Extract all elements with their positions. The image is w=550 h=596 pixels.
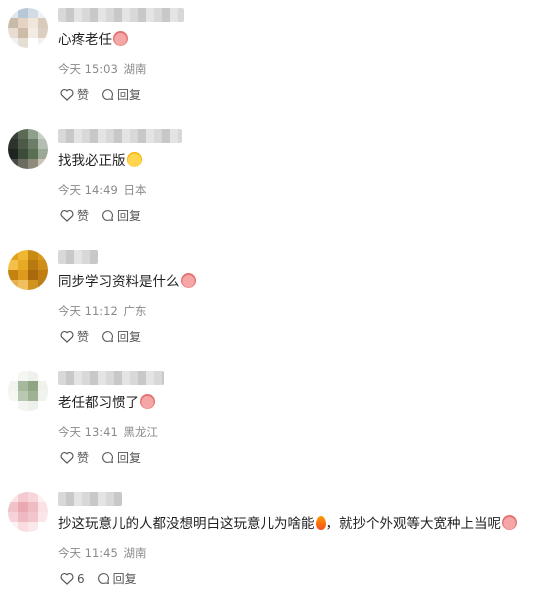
speech-bubble-icon <box>102 89 114 101</box>
comment-text-content: 老任都习惯了 <box>58 395 139 411</box>
like-label: 赞 <box>77 330 90 344</box>
like-button[interactable]: 赞 <box>60 207 89 224</box>
comment-location: 黑龙江 <box>123 425 158 439</box>
avatar[interactable] <box>8 250 48 290</box>
sad-face-emoji-icon <box>502 515 517 530</box>
username-blurred[interactable] <box>58 8 184 22</box>
comment-item: 找我必正版 今天 14:49 日本 赞 回复 <box>0 121 550 233</box>
comment-actions: 赞 回复 <box>60 328 141 345</box>
comment-text-content: 心疼老任 <box>58 32 112 48</box>
username-blurred[interactable] <box>58 492 122 506</box>
reply-button[interactable]: 回复 <box>101 207 141 224</box>
username-blurred[interactable] <box>58 371 164 385</box>
like-count: 6 <box>77 571 85 586</box>
comment-time: 今天 13:41 <box>58 425 118 439</box>
comment-item: 抄这玩意儿的人都没想明白这玩意儿为啥能 ，就抄个外观等大宽种上当呢 今天 11:4… <box>0 484 550 596</box>
speech-bubble-icon <box>102 452 114 464</box>
avatar[interactable] <box>8 8 48 48</box>
comment-item: 同步学习资料是什么 今天 11:12 广东 赞 回复 <box>0 242 550 354</box>
comment-location: 广东 <box>123 304 147 318</box>
comment-item: 老任都习惯了 今天 13:41 黑龙江 赞 回复 <box>0 363 550 475</box>
reply-label: 回复 <box>117 330 142 344</box>
comment-actions: 6 回复 <box>60 570 137 587</box>
comment-time: 今天 14:49 <box>58 183 118 197</box>
like-button[interactable]: 6 <box>60 572 85 586</box>
heart-icon <box>60 89 74 101</box>
reply-label: 回复 <box>112 572 137 586</box>
comment-item: 心疼老任 今天 15:03 湖南 赞 回复 <box>0 0 550 112</box>
comment-actions: 赞 回复 <box>60 449 141 466</box>
heart-icon <box>60 452 74 464</box>
comment-text: 老任都习惯了 <box>58 394 155 412</box>
comment-actions: 赞 回复 <box>60 86 141 103</box>
username-blurred[interactable] <box>58 129 182 143</box>
comment-meta: 今天 11:12 广东 <box>58 303 146 319</box>
comment-meta: 今天 15:03 湖南 <box>58 61 146 77</box>
speech-bubble-icon <box>97 573 109 585</box>
fire-emoji-icon <box>315 516 326 530</box>
comment-text: 找我必正版 <box>58 152 142 170</box>
comment-text-content: 抄这玩意儿的人都没想明白这玩意儿为啥能 <box>58 516 315 532</box>
avatar[interactable] <box>8 492 48 532</box>
comment-time: 今天 11:45 <box>58 546 118 560</box>
avatar[interactable] <box>8 371 48 411</box>
comment-location: 日本 <box>123 183 147 197</box>
heart-icon <box>60 573 74 585</box>
comment-text-content: 同步学习资料是什么 <box>58 274 180 290</box>
heart-icon <box>60 331 74 343</box>
sad-face-emoji-icon <box>180 273 196 288</box>
comment-meta: 今天 14:49 日本 <box>58 182 146 198</box>
comment-time: 今天 15:03 <box>58 62 118 76</box>
speech-bubble-icon <box>102 331 114 343</box>
username-blurred[interactable] <box>58 250 98 264</box>
like-button[interactable]: 赞 <box>60 449 89 466</box>
comment-time: 今天 11:12 <box>58 304 118 318</box>
comment-text-continuation: ，就抄个外观等大宽种上当呢 <box>325 516 502 532</box>
reply-label: 回复 <box>117 88 142 102</box>
comment-meta: 今天 11:45 湖南 <box>58 545 146 561</box>
comment-actions: 赞 回复 <box>60 207 141 224</box>
like-button[interactable]: 赞 <box>60 328 89 345</box>
reply-label: 回复 <box>117 209 142 223</box>
comment-meta: 今天 13:41 黑龙江 <box>58 424 158 440</box>
comment-text: 心疼老任 <box>58 31 128 49</box>
speech-bubble-icon <box>102 210 114 222</box>
comment-text-content: 找我必正版 <box>58 153 126 169</box>
comment-location: 湖南 <box>123 62 147 76</box>
comment-text: 抄这玩意儿的人都没想明白这玩意儿为啥能 ，就抄个外观等大宽种上当呢 <box>58 515 517 533</box>
wink-face-emoji-icon <box>126 152 142 167</box>
comment-text: 同步学习资料是什么 <box>58 273 196 291</box>
avatar[interactable] <box>8 129 48 169</box>
like-button[interactable]: 赞 <box>60 86 89 103</box>
sad-face-emoji-icon <box>140 394 155 409</box>
like-label: 赞 <box>77 209 90 223</box>
comment-location: 湖南 <box>123 546 147 560</box>
sad-face-emoji-icon <box>113 31 128 46</box>
like-label: 赞 <box>77 451 90 465</box>
reply-button[interactable]: 回复 <box>97 570 137 587</box>
reply-label: 回复 <box>117 451 142 465</box>
reply-button[interactable]: 回复 <box>101 328 141 345</box>
like-label: 赞 <box>77 88 90 102</box>
reply-button[interactable]: 回复 <box>101 449 141 466</box>
reply-button[interactable]: 回复 <box>101 86 141 103</box>
heart-icon <box>60 210 74 222</box>
